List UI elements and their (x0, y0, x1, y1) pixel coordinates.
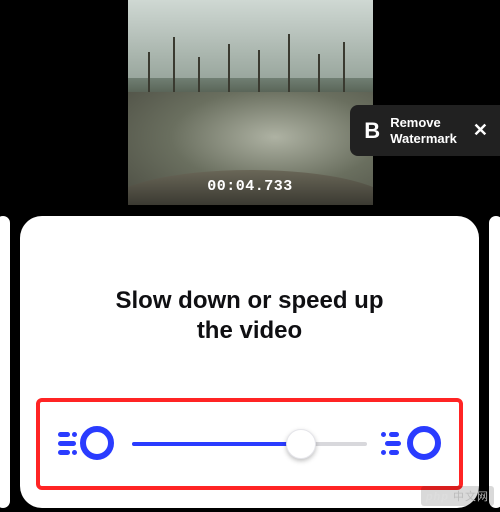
video-preview-area: B Remove Watermark ✕ 00:04.733 (0, 0, 500, 205)
site-watermark-text: 中文网 (453, 491, 489, 503)
slow-speed-icon[interactable] (58, 426, 114, 462)
motion-line (381, 432, 386, 437)
video-detail (173, 37, 175, 92)
slider-track-fill (132, 442, 301, 446)
motion-line (381, 450, 386, 455)
remove-watermark-label: Remove Watermark (390, 115, 457, 146)
video-detail (228, 44, 230, 92)
video-detail (148, 52, 150, 92)
speed-slider-highlight-box (36, 398, 463, 490)
remove-watermark-line2: Watermark (390, 131, 457, 147)
slider-thumb[interactable] (286, 429, 316, 459)
motion-line (389, 450, 399, 455)
site-watermark-brand: php (426, 491, 449, 503)
video-detail (288, 34, 290, 92)
video-sky (128, 0, 373, 78)
site-watermark: php 中文网 (421, 486, 494, 506)
motion-line (58, 450, 70, 455)
remove-watermark-banner[interactable]: B Remove Watermark ✕ (350, 105, 500, 156)
fast-speed-icon[interactable] (385, 426, 441, 462)
motion-line (58, 432, 70, 437)
prev-card-peek[interactable] (0, 216, 10, 508)
speed-tool-card: Slow down or speed up the video (20, 216, 479, 508)
tool-carousel[interactable]: Slow down or speed up the video (0, 210, 500, 512)
motion-line (389, 432, 399, 437)
speed-ring-icon (80, 426, 114, 460)
speed-slider[interactable] (132, 428, 367, 460)
remove-watermark-line1: Remove (390, 115, 457, 131)
motion-line (72, 432, 77, 437)
speed-card-title: Slow down or speed up the video (38, 238, 461, 346)
video-detail (318, 54, 320, 92)
video-frame[interactable] (128, 0, 373, 205)
title-line-1: Slow down or speed up (48, 286, 451, 316)
title-line-2: the video (48, 316, 451, 346)
video-detail (258, 50, 260, 92)
motion-line (385, 441, 401, 446)
next-card-peek[interactable] (489, 216, 500, 508)
app-logo-icon: B (364, 120, 380, 142)
video-detail (343, 42, 345, 92)
speed-ring-icon (407, 426, 441, 460)
motion-line (72, 450, 77, 455)
motion-line (58, 441, 76, 446)
close-icon[interactable]: ✕ (473, 120, 488, 141)
video-timestamp: 00:04.733 (207, 178, 293, 195)
video-detail (198, 57, 200, 92)
